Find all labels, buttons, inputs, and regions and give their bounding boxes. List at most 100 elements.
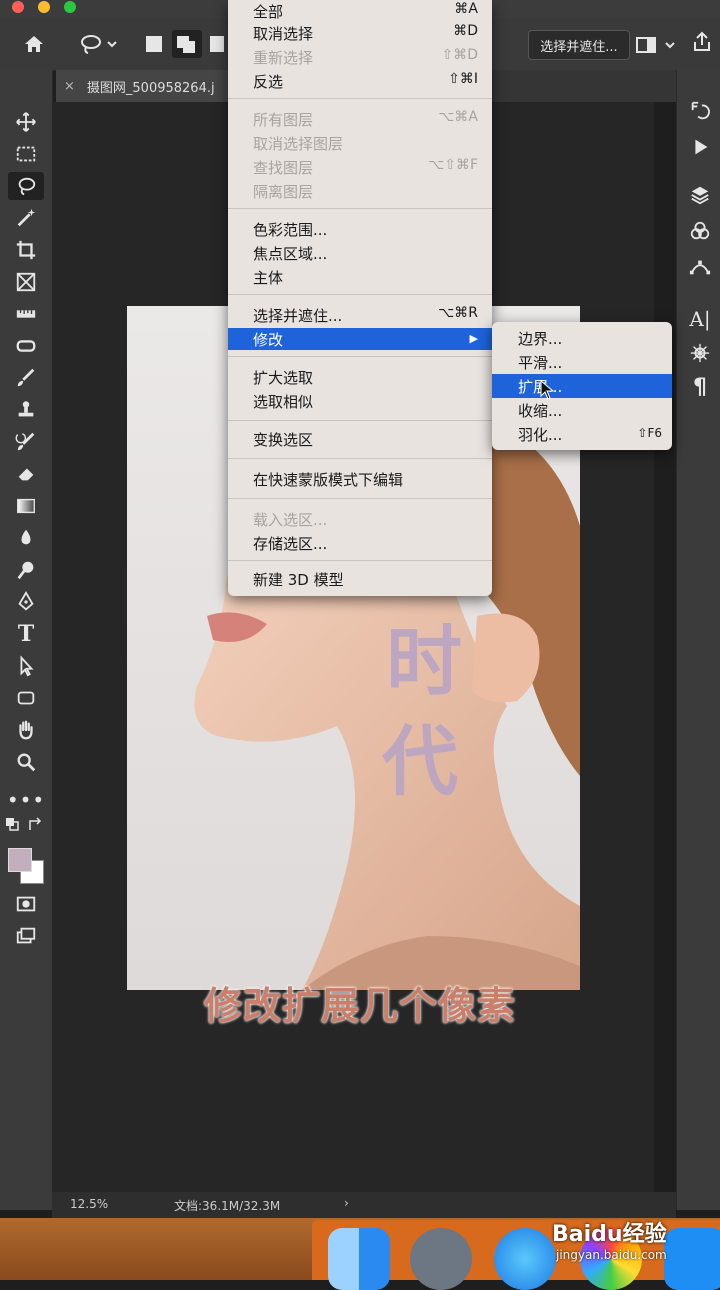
selected-text-line-1[interactable]: 时 [386, 600, 462, 710]
submenu-item-smooth[interactable]: 平滑... [492, 350, 672, 374]
menu-item-inverse[interactable]: 反选 ⇧⌘I [228, 70, 492, 92]
hand-tool-icon[interactable] [8, 716, 44, 744]
menu-item-transform-selection[interactable]: 变换选区 [228, 428, 492, 450]
brush-tool-icon[interactable] [8, 364, 44, 392]
watermark-url: jingyan.baidu.com [556, 1248, 667, 1262]
character-panel-icon[interactable]: A| [685, 304, 715, 334]
ruler-tool-icon[interactable] [8, 300, 44, 328]
menu-item-find-layers: 查找图层 ⌥⇧⌘F [253, 157, 478, 177]
eraser-tool-icon[interactable] [8, 460, 44, 488]
modify-submenu: 边界... 平滑... 扩展... 收缩... 羽化... ⇧F6 [492, 322, 672, 450]
swap-colors-icon[interactable] [26, 816, 46, 836]
close-window-button[interactable] [12, 1, 24, 13]
document-tab-title: 摄图网_500958264.j [86, 80, 215, 96]
dodge-tool-icon[interactable] [8, 556, 44, 584]
menu-item-all-layers: 所有图层 ⌥⌘A [253, 109, 478, 129]
healing-brush-tool-icon[interactable] [8, 332, 44, 360]
workspace-icon[interactable] [636, 36, 680, 54]
zoom-window-button[interactable] [64, 1, 76, 13]
menu-item-load-selection: 载入选区... [253, 511, 328, 529]
layers-panel-icon[interactable] [685, 180, 715, 210]
screen-mode-icon[interactable] [8, 922, 44, 950]
mouse-cursor-icon [540, 379, 555, 400]
menu-item-modify[interactable]: 修改 ▶ [228, 328, 492, 350]
magic-wand-tool-icon[interactable] [8, 204, 44, 232]
menu-item-new-3d-model[interactable]: 新建 3D 模型 [228, 568, 492, 590]
menu-item-isolate-layers: 隔离图层 [253, 183, 314, 201]
document-tab[interactable]: × 摄图网_500958264.j [56, 70, 236, 102]
launchpad-icon[interactable] [410, 1228, 472, 1290]
minimize-window-button[interactable] [38, 1, 50, 13]
menu-item-select-and-mask[interactable]: 选择并遮住... ⌥⌘R [228, 304, 492, 326]
history-panel-icon[interactable] [685, 96, 715, 126]
select-and-mask-button[interactable]: 选择并遮住... [528, 30, 630, 60]
channels-panel-icon[interactable] [685, 216, 715, 246]
type-tool-icon[interactable]: T [8, 620, 44, 648]
path-selection-tool-icon[interactable] [8, 652, 44, 680]
menu-separator [228, 560, 492, 561]
pen-tool-icon[interactable] [8, 588, 44, 616]
submenu-item-feather[interactable]: 羽化... ⇧F6 [492, 422, 672, 446]
zoom-level[interactable]: 12.5% [70, 1197, 108, 1211]
select-and-mask-label: 选择并遮住... [540, 39, 618, 55]
tools-panel: T ••• [0, 70, 53, 1210]
document-info: 文档:36.1M/32.3M [174, 1199, 281, 1213]
selected-text-line-2[interactable]: 代 [382, 700, 458, 810]
move-tool-icon[interactable] [8, 108, 44, 136]
more-tools-icon[interactable]: ••• [7, 786, 44, 814]
finder-icon[interactable] [328, 1228, 390, 1290]
menu-separator [228, 420, 492, 421]
crop-tool-icon[interactable] [8, 236, 44, 264]
paths-panel-icon[interactable] [685, 252, 715, 282]
menu-separator [228, 294, 492, 295]
menu-item-reselect: 重新选择 ⇧⌘D [253, 47, 478, 67]
menu-separator [228, 458, 492, 459]
clone-stamp-tool-icon[interactable] [8, 396, 44, 424]
submenu-item-border[interactable]: 边界... [492, 326, 672, 350]
rectangle-tool-icon[interactable] [8, 684, 44, 712]
default-colors-icon[interactable] [4, 816, 24, 836]
menu-item-deselect[interactable]: 取消选择 ⌘D [228, 22, 492, 44]
gradient-tool-icon[interactable] [8, 492, 44, 520]
marquee-tool-icon[interactable] [8, 140, 44, 168]
home-icon[interactable] [22, 32, 50, 56]
subtract-from-selection-icon[interactable] [210, 36, 224, 52]
menu-separator [228, 356, 492, 357]
menu-item-grow[interactable]: 扩大选取 [228, 366, 492, 388]
add-to-selection-icon[interactable] [172, 30, 202, 58]
blur-tool-icon[interactable] [8, 524, 44, 552]
menu-item-quick-mask-edit[interactable]: 在快速蒙版模式下编辑 [228, 468, 492, 490]
history-brush-tool-icon[interactable] [8, 428, 44, 456]
frame-tool-icon[interactable] [8, 268, 44, 296]
actions-play-icon[interactable] [685, 132, 715, 162]
baidu-watermark: Baidu经验 jingyan.baidu.com [552, 1212, 720, 1276]
menu-item-save-selection[interactable]: 存储选区... [228, 532, 492, 554]
glyphs-panel-icon[interactable] [685, 338, 715, 368]
menu-separator [228, 208, 492, 209]
watermark-brand: Baidu经验 [552, 1222, 667, 1247]
menu-separator [228, 98, 492, 99]
foreground-color-swatch[interactable] [8, 848, 32, 872]
close-tab-icon[interactable]: × [64, 79, 75, 94]
menu-item-all[interactable]: 全部 ⌘A [228, 0, 492, 22]
lasso-tool-icon[interactable] [8, 172, 44, 200]
new-selection-icon[interactable] [146, 36, 162, 52]
menu-item-similar[interactable]: 选取相似 [228, 390, 492, 412]
select-menu: 全部 ⌘A 取消选择 ⌘D 重新选择 ⇧⌘D 反选 ⇧⌘I 所有图层 ⌥⌘A 取消选择图层… [228, 0, 492, 596]
video-subtitle: 修改扩展几个像素 [203, 984, 516, 1028]
safari-icon[interactable] [494, 1228, 556, 1290]
lasso-tool-preset-icon[interactable] [78, 32, 120, 56]
status-menu-arrow[interactable]: › [344, 1196, 349, 1210]
quick-mask-icon[interactable] [8, 890, 44, 918]
menu-item-focus-area[interactable]: 焦点区域... [228, 242, 492, 264]
zoom-tool-icon[interactable] [8, 748, 44, 776]
share-icon[interactable] [690, 30, 718, 58]
menu-separator [228, 498, 492, 499]
right-panel-dock: A| ¶ [676, 70, 720, 1210]
menu-item-subject[interactable]: 主体 [228, 266, 492, 288]
menu-item-deselect-layers: 取消选择图层 [253, 135, 344, 153]
paragraph-panel-icon[interactable]: ¶ [685, 372, 715, 402]
submenu-item-contract[interactable]: 收缩... [492, 398, 672, 422]
menu-item-color-range[interactable]: 色彩范围... [228, 218, 492, 240]
submenu-item-expand[interactable]: 扩展... [492, 374, 672, 398]
